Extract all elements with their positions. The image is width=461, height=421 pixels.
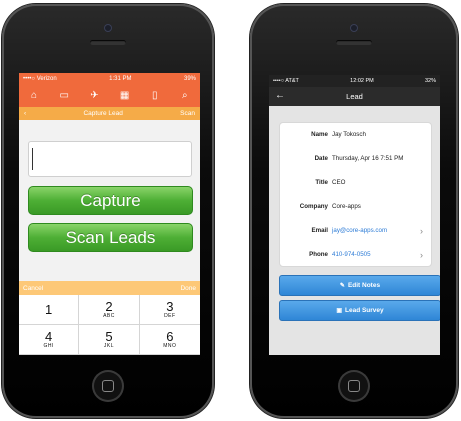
field-value: CEO (332, 179, 346, 186)
key-digit: 4 (45, 329, 53, 344)
capture-lead-bar: ‹ Capture Lead Scan (19, 107, 200, 120)
battery-label: 39% (183, 75, 196, 82)
scan-link[interactable]: Scan (180, 110, 195, 117)
key-digit: 1 (45, 302, 53, 317)
capture-button[interactable]: Capture (28, 186, 193, 215)
lead-navbar: ← Lead (269, 87, 440, 106)
speaker-grille (90, 40, 126, 45)
field-label: Phone (309, 251, 328, 258)
top-nav: ⌂ ▭ ✈ ▦ ▯ ⌕ (19, 84, 200, 107)
numeric-keypad: 1 2 ABC 3 DEF 4 GHI 5 JKL 6 MNO (19, 295, 200, 355)
field-value: Jay Tokosch (332, 131, 366, 138)
key-2[interactable]: 2 ABC (79, 295, 140, 325)
status-bar: ••••○ AT&T 12:02 PM 32% (269, 75, 440, 87)
carrier-label: ••••○ Verizon (23, 75, 57, 82)
field-row-email[interactable]: Email jay@core-apps.com › (280, 219, 431, 242)
field-row-company: Company Core-apps (280, 195, 431, 218)
keyboard-toolbar: Cancel Done (19, 281, 200, 295)
key-1[interactable]: 1 (19, 295, 80, 325)
battery-label: 32% (424, 78, 436, 84)
back-chevron-icon[interactable]: ‹ (24, 110, 26, 117)
key-letters: ABC (103, 313, 115, 319)
camera-icon (104, 24, 112, 32)
key-digit: 2 (105, 299, 113, 314)
phone-link[interactable]: 410-974-0505 (332, 251, 371, 258)
lead-survey-label: Lead Survey (345, 307, 384, 314)
chevron-right-icon: › (420, 249, 423, 260)
edit-notes-button[interactable]: ✎ Edit Notes (279, 275, 440, 296)
key-digit: 5 (105, 329, 113, 344)
key-letters: JKL (103, 343, 115, 349)
field-label: Name (311, 131, 328, 138)
pencil-icon: ✎ (339, 283, 345, 289)
key-4[interactable]: 4 GHI (19, 325, 80, 355)
lead-survey-button[interactable]: ▣ Lead Survey (279, 300, 440, 321)
chevron-right-icon: › (420, 225, 423, 236)
key-letters: GHI (43, 343, 54, 349)
field-row-name: Name Jay Tokosch (280, 123, 431, 146)
bus-icon[interactable]: ▭ (54, 90, 74, 101)
scan-leads-button[interactable]: Scan Leads (28, 223, 193, 252)
back-arrow-icon[interactable]: ← (275, 90, 285, 101)
field-label: Email (311, 227, 328, 234)
status-bar: ••••○ Verizon 1:31 PM 39% (19, 73, 200, 84)
carrier-label: ••••○ AT&T (273, 78, 299, 84)
field-value: Thursday, Apr 16 7:51 PM (332, 155, 404, 162)
plane-icon[interactable]: ✈ (84, 90, 104, 101)
key-letters: MNO (163, 343, 177, 349)
lead-input[interactable] (28, 141, 192, 177)
lead-details-card: Name Jay Tokosch Date Thursday, Apr 16 7… (279, 122, 432, 267)
text-caret (32, 148, 33, 170)
key-digit: 3 (166, 299, 174, 314)
cancel-button[interactable]: Cancel (23, 285, 43, 292)
key-digit: 6 (166, 329, 174, 344)
time-label: 1:31 PM (109, 75, 132, 82)
email-link[interactable]: jay@core-apps.com (332, 227, 387, 234)
right-screen: ••••○ AT&T 12:02 PM 32% ← Lead Name Jay … (269, 75, 440, 355)
field-label: Title (315, 179, 328, 186)
search-icon[interactable]: ⌕ (175, 90, 195, 101)
field-row-title: Title CEO (280, 171, 431, 194)
home-icon[interactable]: ⌂ (24, 90, 44, 101)
time-label: 12:02 PM (350, 78, 374, 84)
field-row-date: Date Thursday, Apr 16 7:51 PM (280, 147, 431, 170)
edit-notes-label: Edit Notes (347, 282, 381, 289)
clipboard-icon: ▣ (336, 308, 342, 314)
page-title: Lead (346, 92, 363, 101)
key-letters: DEF (164, 313, 176, 319)
field-label: Date (314, 155, 328, 162)
done-button[interactable]: Done (180, 285, 196, 292)
key-6[interactable]: 6 MNO (139, 325, 200, 355)
field-label: Company (299, 203, 328, 210)
field-row-phone[interactable]: Phone 410-974-0505 › (280, 243, 431, 266)
field-value: Core-apps (332, 203, 361, 210)
page-title: Capture Lead (83, 110, 123, 117)
grid-icon[interactable]: ▦ (115, 90, 135, 101)
speaker-grille (336, 40, 372, 45)
left-screen: ••••○ Verizon 1:31 PM 39% ⌂ ▭ ✈ ▦ ▯ ⌕ ‹ … (19, 73, 200, 355)
key-5[interactable]: 5 JKL (79, 325, 140, 355)
key-3[interactable]: 3 DEF (139, 295, 200, 325)
home-button[interactable] (92, 370, 124, 402)
camera-icon (350, 24, 358, 32)
home-button[interactable] (338, 370, 370, 402)
phone-icon[interactable]: ▯ (145, 90, 165, 101)
